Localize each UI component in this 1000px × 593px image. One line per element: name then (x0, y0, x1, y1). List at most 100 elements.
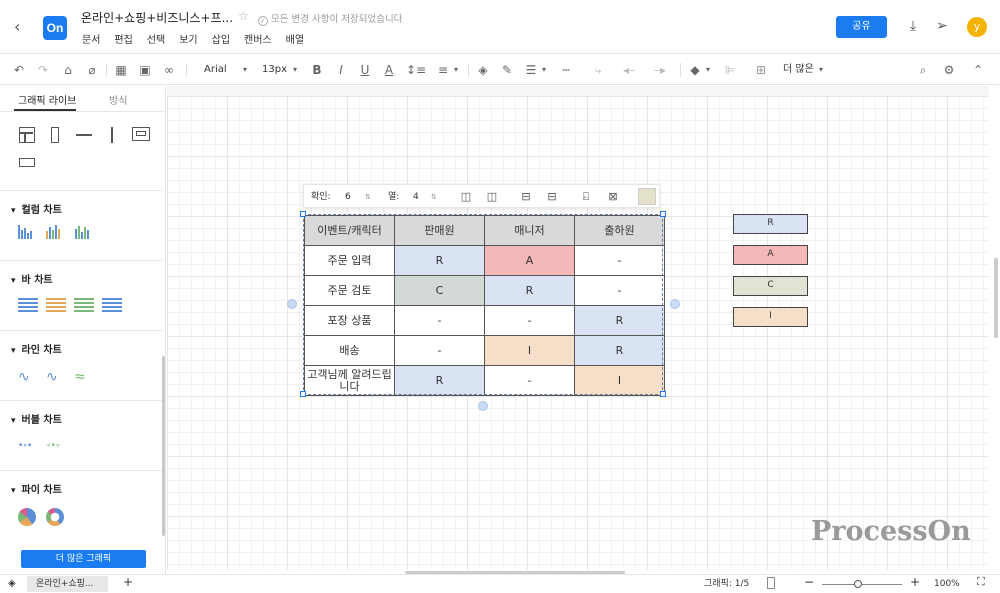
raci-cell[interactable]: R (394, 245, 485, 276)
star-icon[interactable]: ☆ (238, 9, 249, 23)
fill-color-icon[interactable]: ◈ (476, 62, 490, 78)
chevron-down-icon[interactable]: ▾ (539, 62, 549, 78)
raci-cell[interactable]: - (394, 305, 485, 336)
arrow-start-icon[interactable]: ◂– (619, 62, 639, 78)
stacked-bar-chart-icon[interactable] (46, 298, 66, 312)
layers-icon[interactable]: ◆ (688, 62, 702, 78)
align-objects-icon[interactable]: ⊫ (720, 62, 740, 78)
raci-cell[interactable]: R (574, 335, 665, 366)
table-icon[interactable]: ⊞ (751, 62, 771, 78)
raci-cell[interactable]: R (484, 275, 575, 306)
raci-cell[interactable]: R (574, 305, 665, 336)
header-cell-shipper[interactable]: 출하원 (574, 215, 665, 246)
line-color-icon[interactable]: ✎ (500, 62, 514, 78)
section-title[interactable]: 파이 차트 (11, 481, 62, 496)
italic-icon[interactable]: I (334, 62, 348, 78)
column-chart-icon[interactable] (18, 223, 32, 239)
underline-icon[interactable]: U (358, 62, 372, 78)
insert-column-right-icon[interactable]: ◫ (485, 190, 499, 204)
table-shape-icon[interactable] (19, 127, 35, 143)
fullscreen-icon[interactable]: ⛶ (977, 576, 985, 588)
menu-arrange[interactable]: 배열 (286, 31, 304, 46)
raci-cell[interactable]: R (394, 365, 485, 396)
chevron-down-icon[interactable]: ▾ (816, 62, 826, 78)
line-spacing-icon[interactable]: ↕≡ (406, 62, 426, 78)
cols-stepper-icon[interactable]: ⇅ (431, 190, 437, 204)
layers-icon[interactable]: ◈ (8, 578, 16, 590)
avatar[interactable]: y (967, 17, 987, 37)
section-title[interactable]: 라인 차트 (11, 341, 62, 356)
collapse-icon[interactable]: ⌃ (971, 62, 985, 78)
line-style-icon[interactable]: ┅ (556, 62, 576, 78)
legend-item-r[interactable]: R (733, 214, 808, 234)
resize-handle[interactable] (300, 211, 306, 217)
container-shape-icon[interactable] (132, 127, 150, 141)
zoom-slider[interactable] (822, 584, 902, 585)
resize-handle[interactable] (300, 391, 306, 397)
page-tab[interactable]: 온라인+쇼핑... (27, 576, 108, 592)
add-page-button[interactable]: + (123, 576, 133, 588)
raci-cell[interactable]: A (484, 245, 575, 276)
legend-item-a[interactable]: A (733, 245, 808, 265)
bar-chart-icon[interactable] (18, 298, 38, 312)
share-button[interactable]: 공유 (836, 16, 887, 38)
grid-icon[interactable]: ▦ (114, 62, 128, 78)
percent-bar-chart-icon[interactable] (102, 298, 122, 312)
column-shape-icon[interactable] (51, 127, 59, 143)
menu-document[interactable]: 문서 (82, 31, 100, 46)
row-shape-icon[interactable] (19, 158, 35, 167)
raci-cell[interactable]: I (574, 365, 665, 396)
raci-cell[interactable]: C (394, 275, 485, 306)
header-cell-salesperson[interactable]: 판매원 (394, 215, 485, 246)
image-icon[interactable]: ▣ (138, 62, 152, 78)
back-icon[interactable]: ‹ (14, 18, 30, 36)
zoom-out-button[interactable]: − (804, 576, 814, 588)
more-graphics-button[interactable]: 더 많은 그래픽 (21, 550, 146, 568)
clear-format-icon[interactable]: ⌀ (85, 62, 99, 78)
download-icon[interactable]: ⤓ (904, 17, 922, 35)
font-family-select[interactable]: Arial (204, 62, 238, 78)
font-color-icon[interactable]: A (382, 62, 396, 78)
header-cell-manager[interactable]: 매니저 (484, 215, 575, 246)
redo-icon[interactable]: ↷ (36, 62, 50, 78)
insert-row-below-icon[interactable]: ⊟ (545, 190, 559, 204)
grouped-bar-chart-icon[interactable] (74, 298, 94, 312)
zoom-level[interactable]: 100% (934, 578, 960, 590)
task-cell[interactable]: 배송 (304, 335, 395, 366)
task-cell[interactable]: 포장 상품 (304, 305, 395, 336)
donut-chart-icon[interactable] (46, 508, 64, 526)
menu-select[interactable]: 선택 (147, 31, 165, 46)
task-cell[interactable]: 주문 검토 (304, 275, 395, 306)
zoom-in-button[interactable]: + (910, 576, 920, 588)
menu-insert[interactable]: 삽입 (212, 31, 230, 46)
sidebar-scrollbar[interactable] (162, 356, 165, 536)
menu-edit[interactable]: 편집 (114, 31, 132, 46)
rows-stepper-icon[interactable]: ⇅ (365, 190, 371, 204)
connection-point[interactable] (670, 299, 680, 309)
fill-color-swatch[interactable] (638, 188, 656, 205)
grouped-column-chart-icon[interactable] (75, 223, 89, 239)
raci-table[interactable]: 이벤트/캐릭터 판매원 매니저 출하원 주문 입력 R A - 주문 검토 C … (304, 215, 665, 396)
section-title[interactable]: 버블 차트 (11, 411, 62, 426)
raci-cell[interactable]: - (574, 275, 665, 306)
task-cell[interactable]: 주문 입력 (304, 245, 395, 276)
raci-cell[interactable]: - (484, 365, 575, 396)
chevron-down-icon[interactable]: ▾ (290, 62, 300, 78)
undo-icon[interactable]: ↶ (12, 62, 26, 78)
chevron-down-icon[interactable]: ▾ (240, 62, 250, 78)
menu-canvas[interactable]: 캔버스 (244, 31, 272, 46)
raci-cell[interactable]: I (484, 335, 575, 366)
stacked-column-chart-icon[interactable] (46, 223, 60, 239)
horizontal-line-icon[interactable] (76, 134, 92, 136)
align-icon[interactable]: ≡ (436, 62, 450, 78)
tab-style[interactable]: 방식 (109, 92, 127, 107)
resize-handle[interactable] (660, 391, 666, 397)
font-size-select[interactable]: 13px (262, 62, 288, 78)
scatter-chart-icon[interactable]: ∘•∘ (46, 441, 61, 451)
document-title[interactable]: 온라인+쇼핑+비즈니스+프... (81, 9, 233, 26)
search-replace-icon[interactable]: ⌕ (916, 62, 930, 78)
task-cell[interactable]: 고객님께 알려드립니다 (304, 365, 395, 396)
connection-point[interactable] (478, 401, 488, 411)
vertical-line-icon[interactable] (111, 127, 113, 143)
page-icon[interactable] (767, 577, 775, 589)
